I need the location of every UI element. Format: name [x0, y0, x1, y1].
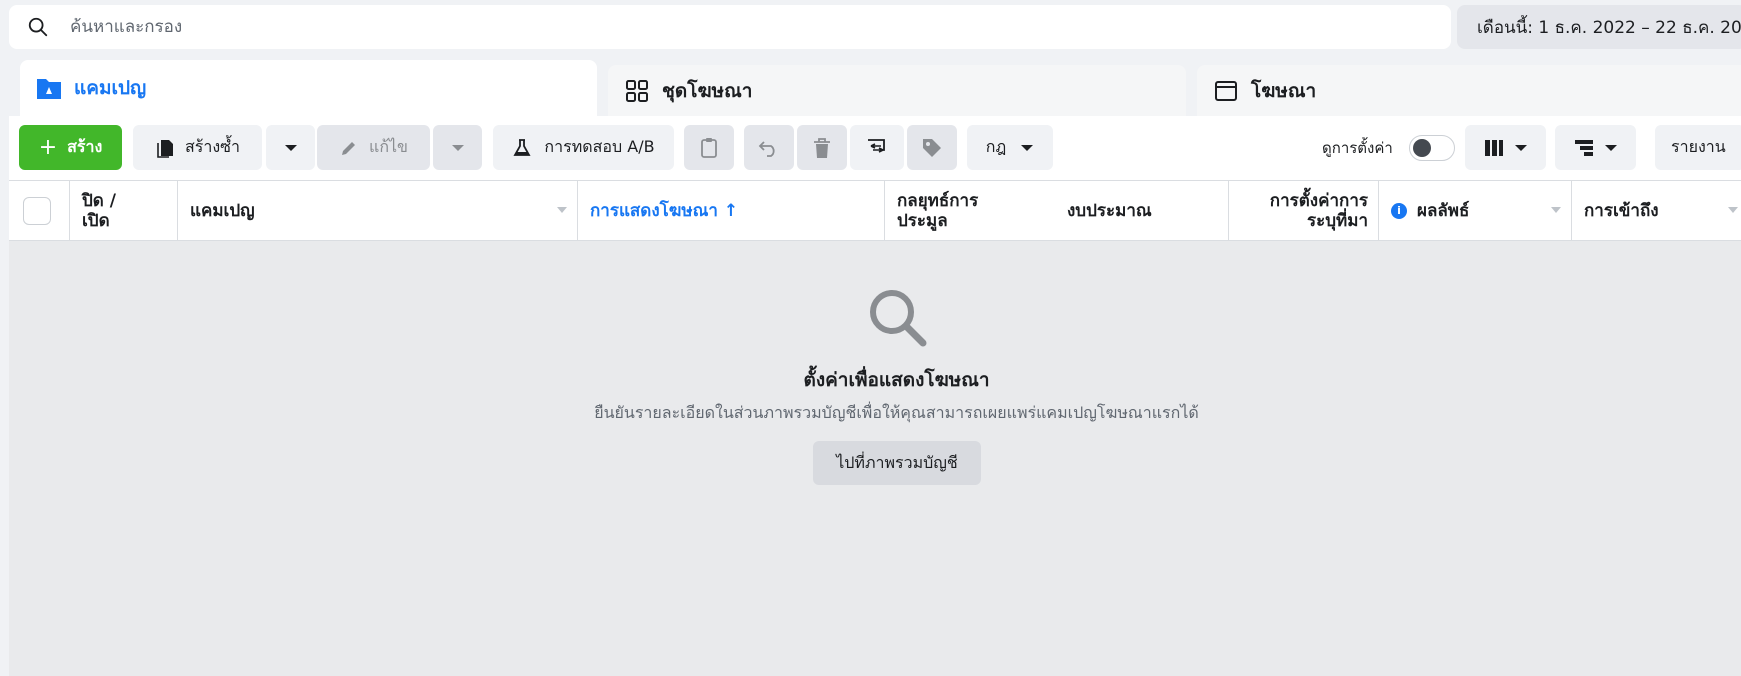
reports-label: รายงาน	[1671, 137, 1726, 156]
tag-icon	[923, 138, 941, 157]
delete-button[interactable]	[797, 125, 847, 170]
caret-down-icon	[1021, 144, 1034, 151]
tab-label: ชุดโฆษณา	[662, 79, 753, 102]
caret-down-icon	[1604, 144, 1617, 151]
edit-dropdown-button[interactable]	[433, 125, 482, 170]
tag-button[interactable]	[907, 125, 957, 170]
ab-test-button[interactable]: การทดสอบ A/B	[493, 125, 674, 170]
exchange-icon	[868, 138, 885, 153]
rules-label: กฎ	[985, 137, 1007, 156]
empty-state-description: ยืนยันรายละเอียดในส่วนภาพรวมบัญชีเพื่อให…	[594, 403, 1199, 422]
info-icon[interactable]: i	[1391, 202, 1407, 219]
undo-button[interactable]	[744, 125, 794, 170]
select-all-cell	[9, 181, 70, 240]
tab-ad-sets[interactable]: ชุดโฆษณา	[608, 65, 1186, 116]
search-bar[interactable]	[9, 5, 1451, 49]
exchange-button[interactable]	[850, 125, 904, 170]
caret-down-icon	[284, 144, 297, 151]
column-header-label: การตั้งค่าการระบุที่มา	[1269, 190, 1368, 231]
table-header: ปิด / เปิด แคมเปญ การแสดงโฆษณา ↑ กลยุทธ์…	[9, 180, 1741, 241]
select-all-checkbox[interactable]	[23, 196, 51, 225]
column-campaign[interactable]: แคมเปญ	[178, 181, 578, 240]
column-attribution[interactable]: การตั้งค่าการระบุที่มา	[1229, 181, 1379, 240]
rules-button[interactable]: กฎ	[967, 125, 1053, 170]
sort-arrow-icon	[557, 207, 567, 213]
plus-icon: +	[38, 135, 58, 160]
flask-icon	[513, 138, 531, 156]
breakdown-button[interactable]	[1555, 125, 1636, 170]
trash-icon	[814, 137, 830, 158]
duplicate-icon	[157, 139, 173, 158]
empty-state: ตั้งค่าเพื่อแสดงโฆษณา ยืนยันรายละเอียดใน…	[9, 241, 1741, 676]
search-input[interactable]	[70, 17, 1370, 37]
column-toggle[interactable]: ปิด / เปิด	[70, 181, 178, 240]
clipboard-icon	[701, 137, 717, 158]
column-header-label: กลยุทธ์การประมูล	[897, 190, 979, 231]
ab-test-label: การทดสอบ A/B	[544, 137, 655, 156]
go-to-account-overview-button[interactable]: ไปที่ภาพรวมบัญชี	[813, 441, 981, 485]
column-header-label: แคมเปญ	[190, 200, 255, 221]
date-range-picker[interactable]: เดือนนี้: 1 ธ.ค. 2022 – 22 ธ.ค. 2022	[1457, 5, 1741, 49]
column-results[interactable]: i ผลลัพธ์	[1379, 181, 1572, 240]
clipboard-button[interactable]	[684, 125, 734, 170]
column-header-label: การเข้าถึง	[1584, 200, 1659, 221]
column-delivery[interactable]: การแสดงโฆษณา ↑	[578, 181, 885, 240]
column-header-label: การแสดงโฆษณา ↑	[590, 200, 739, 221]
undo-icon	[758, 140, 775, 157]
tab-label: แคมเปญ	[74, 77, 147, 99]
columns-icon	[1484, 139, 1503, 156]
sort-arrow-icon	[1551, 207, 1561, 213]
create-label: สร้าง	[67, 137, 103, 156]
grid-icon	[624, 78, 650, 104]
tab-label: โฆษณา	[1251, 79, 1317, 102]
folder-icon	[36, 75, 62, 101]
view-setup-label: ดูการตั้งค่า	[1322, 139, 1393, 157]
edit-button[interactable]: แก้ไข	[317, 125, 430, 170]
caret-down-icon	[451, 144, 464, 151]
duplicate-button[interactable]: สร้างซ้ำ	[133, 125, 262, 170]
reports-button[interactable]: รายงาน	[1655, 125, 1741, 170]
column-header-label: ปิด / เปิด	[82, 190, 116, 231]
column-bid-strategy[interactable]: กลยุทธ์การประมูล	[885, 181, 1055, 240]
duplicate-label: สร้างซ้ำ	[185, 137, 240, 156]
column-header-label: งบประมาณ	[1067, 200, 1152, 221]
toggle-knob	[1413, 139, 1431, 157]
ad-window-icon	[1213, 78, 1239, 104]
caret-down-icon	[1514, 144, 1527, 151]
tab-ads[interactable]: โฆษณา	[1197, 65, 1741, 116]
sort-arrow-icon	[1728, 207, 1738, 213]
column-budget[interactable]: งบประมาณ	[1055, 181, 1229, 240]
search-icon	[28, 17, 48, 37]
pencil-icon	[342, 141, 355, 155]
create-button[interactable]: + สร้าง	[19, 125, 122, 170]
column-reach[interactable]: การเข้าถึง	[1572, 181, 1741, 240]
edit-label: แก้ไข	[369, 137, 408, 156]
column-header-label: ผลลัพธ์	[1417, 200, 1470, 221]
tab-campaigns[interactable]: แคมเปญ	[20, 60, 597, 116]
toolbar: + สร้าง สร้างซ้ำ แก้ไข การทดสอบ A/B กฎ ด…	[9, 116, 1741, 180]
duplicate-dropdown-button[interactable]	[266, 125, 315, 170]
empty-state-title: ตั้งค่าเพื่อแสดงโฆษณา	[803, 369, 990, 391]
breakdown-icon	[1574, 139, 1593, 156]
magnifier-icon	[870, 290, 927, 347]
columns-button[interactable]	[1465, 125, 1546, 170]
view-setup-toggle[interactable]	[1409, 135, 1455, 161]
date-range-label: เดือนนี้: 1 ธ.ค. 2022 – 22 ธ.ค. 2022	[1477, 17, 1741, 38]
